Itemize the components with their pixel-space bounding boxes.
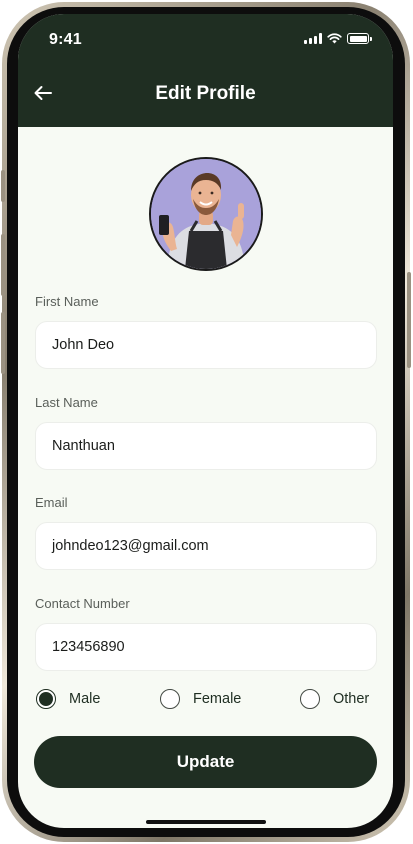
mute-switch [1,170,5,202]
power-button [407,272,411,368]
home-indicator [146,820,266,824]
volume-up-button [1,234,5,296]
gender-option-label: Male [69,691,101,707]
email-label: Email [35,495,68,510]
volume-down-button [1,312,5,374]
contact-number-field[interactable]: 123456890 [35,623,377,671]
signal-icon [304,33,322,44]
radio-unchecked-icon [300,689,320,709]
email-field[interactable]: johndeo123@gmail.com [35,522,377,570]
gender-option-other[interactable]: Other [300,689,369,709]
page-title: Edit Profile [155,83,256,104]
profile-photo-icon [151,159,261,269]
gender-radio-group: Male Female Other [35,689,377,713]
last-name-field[interactable]: Nanthuan [35,422,377,470]
first-name-label: First Name [35,294,99,309]
gender-option-label: Female [193,691,242,707]
radio-unchecked-icon [160,689,180,709]
battery-icon [347,33,372,44]
last-name-label: Last Name [35,395,98,410]
status-icons [304,33,372,44]
update-button[interactable]: Update [34,736,377,788]
gender-option-label: Other [333,691,370,707]
radio-checked-icon [36,689,56,709]
screen: 9:41 Edit Profile First Name John Deo La… [18,14,393,828]
wifi-icon [327,33,342,44]
status-time: 9:41 [49,31,82,48]
avatar[interactable] [149,157,263,271]
gender-option-male[interactable]: Male [36,689,100,709]
contact-number-label: Contact Number [35,596,130,611]
first-name-field[interactable]: John Deo [35,321,377,369]
app-header: 9:41 Edit Profile [18,14,393,127]
gender-option-female[interactable]: Female [160,689,241,709]
